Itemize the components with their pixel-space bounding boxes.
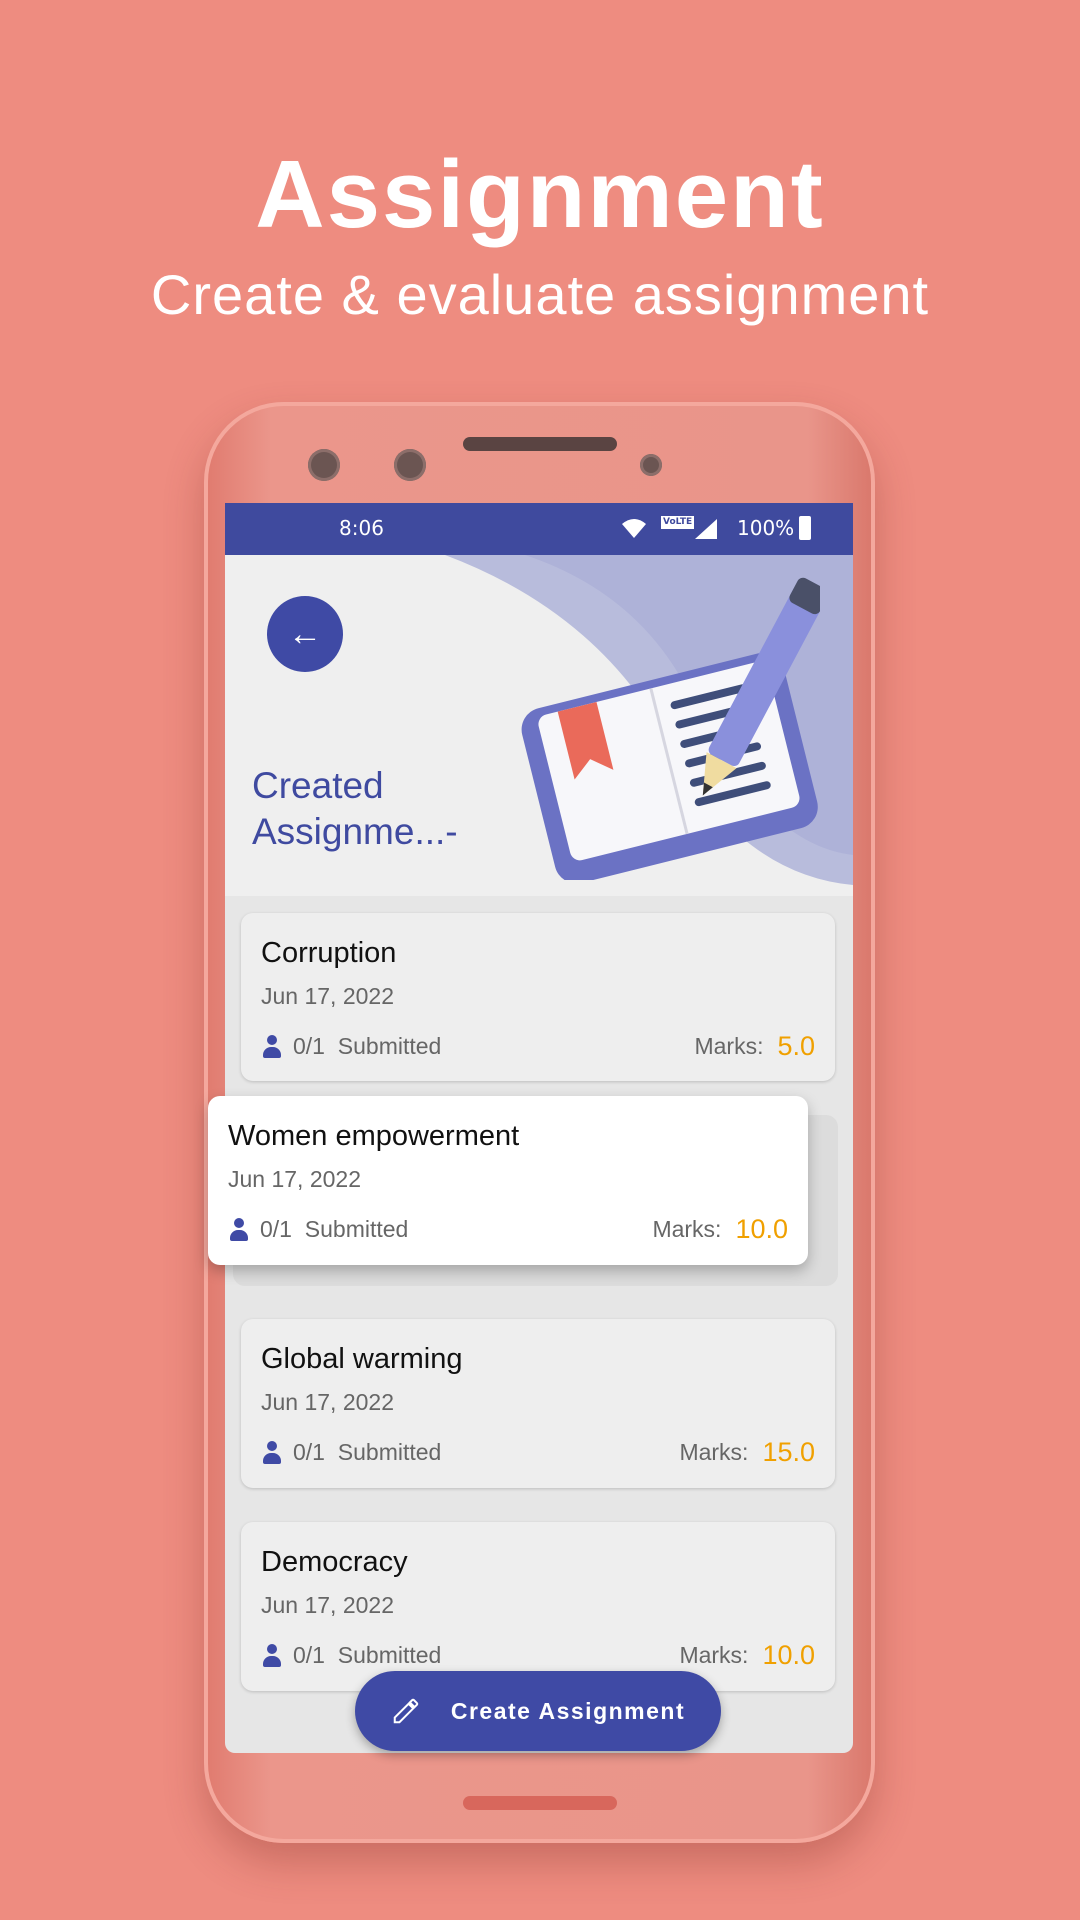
marks-value: 5.0: [777, 1031, 815, 1061]
header: ← Created Assignme...-: [225, 555, 853, 896]
back-button[interactable]: ←: [267, 596, 343, 672]
create-assignment-label: Create Assignment: [450, 1697, 686, 1724]
book-pencil-illustration: [521, 577, 820, 880]
marks-value: 15.0: [762, 1437, 815, 1467]
assignment-card-dragging[interactable]: Women empowerment Jun 17, 2022 0/1 Submi…: [208, 1096, 808, 1265]
assignment-title: Corruption: [261, 937, 397, 969]
assignment-card[interactable]: Corruption Jun 17, 2022 0/1 Submitted Mar…: [241, 913, 835, 1081]
page-title: Created Assignme...-: [252, 765, 458, 852]
assignment-date: Jun 17, 2022: [261, 983, 395, 1009]
sensor-icon: [640, 454, 662, 476]
marks-value: 10.0: [735, 1214, 788, 1244]
marks-label: Marks:: [652, 1216, 722, 1242]
assignment-card[interactable]: Global warming Jun 17, 2022 0/1 Submitte…: [241, 1319, 835, 1488]
marks-value: 10.0: [762, 1640, 815, 1670]
submitted-count: 0/1: [293, 1642, 325, 1668]
submitted-label: Submitted: [337, 1642, 442, 1668]
assignment-date: Jun 17, 2022: [261, 1592, 395, 1618]
person-icon: [228, 1217, 250, 1242]
marks-label: Marks:: [679, 1439, 749, 1465]
battery-icon: [799, 516, 811, 540]
marks-label: Marks:: [694, 1033, 764, 1059]
assignment-title: Global warming: [261, 1343, 463, 1375]
submitted-count: 0/1: [293, 1033, 325, 1059]
promo-subtitle: Create & evaluate assignment: [150, 263, 930, 326]
submitted-label: Submitted: [304, 1216, 409, 1242]
assignment-card[interactable]: Democracy Jun 17, 2022 0/1 Submitted Mark…: [241, 1522, 835, 1691]
assignment-date: Jun 17, 2022: [228, 1166, 362, 1192]
assignment-title: Democracy: [261, 1546, 408, 1578]
app-screen: 8:06 VoLTE 100% ← Created Assignme...- C…: [208, 503, 853, 1753]
person-icon: [261, 1643, 283, 1668]
pencil-icon: [393, 1698, 419, 1724]
volte-icon: VoLTE: [661, 516, 695, 529]
assignment-title: Women empowerment: [228, 1120, 520, 1152]
camera-icon: [308, 449, 340, 481]
create-assignment-button[interactable]: Create Assignment: [355, 1671, 721, 1751]
status-time: 8:06: [339, 516, 384, 540]
wifi-icon: [622, 519, 646, 538]
assignment-date: Jun 17, 2022: [261, 1389, 395, 1415]
person-icon: [261, 1034, 283, 1059]
camera-icon: [394, 449, 426, 481]
signal-icon: [695, 519, 717, 539]
submitted-label: Submitted: [337, 1033, 442, 1059]
submitted-count: 0/1: [293, 1439, 325, 1465]
status-bar: 8:06 VoLTE 100%: [225, 503, 853, 555]
home-bar: [463, 1796, 617, 1810]
submitted-count: 0/1: [260, 1216, 292, 1242]
promo-title: Assignment: [255, 141, 825, 248]
battery-percent: 100%: [737, 516, 795, 540]
person-icon: [261, 1440, 283, 1465]
speaker-grille: [463, 437, 617, 451]
marks-label: Marks:: [679, 1642, 749, 1668]
submitted-label: Submitted: [337, 1439, 442, 1465]
arrow-left-icon: ←: [288, 614, 322, 653]
